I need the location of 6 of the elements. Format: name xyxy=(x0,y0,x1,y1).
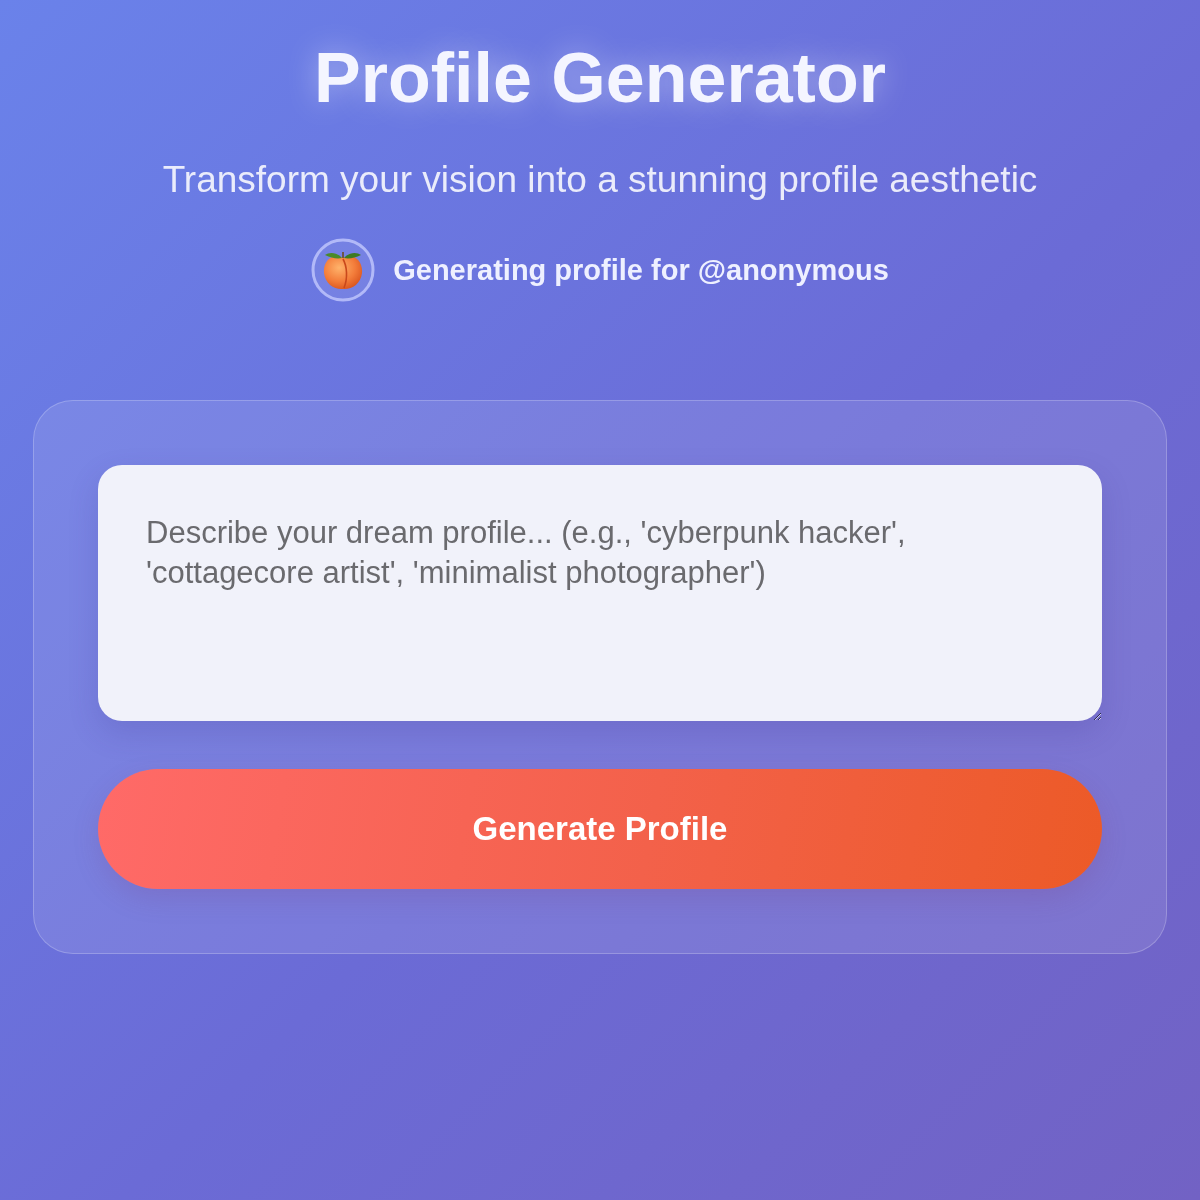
page-title: Profile Generator xyxy=(314,38,886,119)
peach-avatar-icon xyxy=(311,238,376,302)
generate-button[interactable]: Generate Profile xyxy=(98,769,1102,889)
page-subtitle: Transform your vision into a stunning profile aesthetic xyxy=(162,158,1038,202)
prompt-input-field[interactable]: Describe your dream profile... (e.g., 'cyberpunk hacker', 'cottagecore artist', 'minimalist photographer') xyxy=(98,465,1102,721)
user-status-text: Generating profile for @anonymous xyxy=(393,253,889,288)
